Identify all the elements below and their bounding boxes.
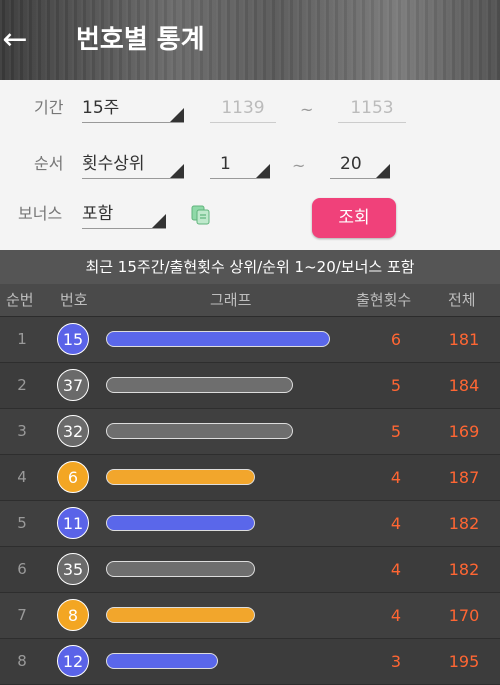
dropdown-triangle-icon: [170, 108, 184, 122]
count-bar: [106, 561, 255, 577]
lotto-ball: 35: [57, 553, 89, 585]
col-count: 출현횟수: [356, 291, 412, 309]
row-count: 5: [390, 422, 402, 441]
row-count: 4: [390, 468, 402, 487]
count-bar: [106, 377, 293, 393]
row-total: 181: [448, 330, 480, 349]
row-count: 5: [390, 376, 402, 395]
lotto-ball: 8: [57, 599, 89, 631]
period-value: 15주: [82, 98, 120, 118]
row-count: 3: [390, 652, 402, 671]
lotto-ball: 37: [57, 369, 89, 401]
page-title: 번호별 통계: [76, 25, 205, 55]
period-label: 기간: [34, 98, 64, 117]
lotto-ball: 32: [57, 415, 89, 447]
period-dropdown[interactable]: 15주: [82, 96, 184, 123]
table-row: 1 15 6 181: [0, 317, 500, 363]
row-total: 184: [448, 376, 480, 395]
lotto-ball: 15: [57, 323, 89, 355]
row-count: 4: [390, 514, 402, 533]
table-row: 4 6 4 187: [0, 455, 500, 501]
round-to-field[interactable]: 1153: [338, 96, 406, 123]
row-total: 187: [448, 468, 480, 487]
lotto-ball: 12: [57, 645, 89, 677]
rank-range-tilde: ~: [292, 156, 306, 175]
row-total: 195: [448, 652, 480, 671]
row-count: 4: [390, 606, 402, 625]
row-total: 169: [448, 422, 480, 441]
lotto-ball: 11: [57, 507, 89, 539]
dropdown-triangle-icon: [152, 214, 166, 228]
order-dropdown[interactable]: 횟수상위: [82, 152, 184, 179]
row-count: 4: [390, 560, 402, 579]
copy-icon[interactable]: [190, 204, 212, 226]
row-rank: 7: [17, 606, 27, 624]
count-bar: [106, 607, 255, 623]
table-row: 8 12 3 195: [0, 639, 500, 685]
order-value: 횟수상위: [82, 154, 145, 174]
bonus-dropdown[interactable]: 포함: [82, 202, 166, 229]
table-row: 5 11 4 182: [0, 501, 500, 547]
row-rank: 1: [17, 330, 27, 348]
row-rank: 3: [17, 422, 27, 440]
round-from-field[interactable]: 1139: [210, 96, 276, 123]
col-total: 전체: [448, 291, 476, 309]
col-graph: 그래프: [210, 291, 252, 309]
row-rank: 5: [17, 514, 27, 532]
summary-text: 최근 15주간/출현횟수 상위/순위 1~20/보너스 포함: [0, 250, 500, 284]
table-header: 순번 번호 그래프 출현횟수 전체: [0, 284, 500, 317]
order-label: 순서: [34, 154, 64, 173]
rank-from-value: 1: [220, 154, 231, 174]
row-rank: 6: [17, 560, 27, 578]
bonus-label: 보너스: [18, 204, 63, 223]
dropdown-triangle-icon: [376, 164, 390, 178]
col-number: 번호: [60, 291, 88, 309]
count-bar: [106, 653, 218, 669]
back-arrow-icon[interactable]: ←: [0, 22, 30, 58]
table-row: 2 37 5 184: [0, 363, 500, 409]
rank-from-dropdown[interactable]: 1: [210, 152, 270, 179]
search-button[interactable]: 조회: [312, 198, 396, 238]
rank-to-dropdown[interactable]: 20: [330, 152, 390, 179]
dropdown-triangle-icon: [256, 164, 270, 178]
table-row: 3 32 5 169: [0, 409, 500, 455]
dropdown-triangle-icon: [170, 164, 184, 178]
row-total: 182: [448, 514, 480, 533]
count-bar: [106, 515, 255, 531]
col-rank: 순번: [6, 291, 34, 309]
lotto-ball: 6: [57, 461, 89, 493]
row-rank: 8: [17, 652, 27, 670]
stats-table-body: 1 15 6 181 2 37 5 184 3 32 5 169 4 6 4 187 5 11 4 182 6 35 4 18…: [0, 317, 500, 685]
round-range-tilde: ~: [300, 100, 314, 119]
row-rank: 4: [17, 468, 27, 486]
row-total: 182: [448, 560, 480, 579]
count-bar: [106, 469, 255, 485]
app-header: ← 번호별 통계: [0, 0, 500, 80]
count-bar: [106, 331, 330, 347]
rank-to-value: 20: [340, 154, 362, 174]
row-count: 6: [390, 330, 402, 349]
bonus-value: 포함: [82, 204, 114, 224]
table-row: 6 35 4 182: [0, 547, 500, 593]
count-bar: [106, 423, 293, 439]
row-total: 170: [448, 606, 480, 625]
row-rank: 2: [17, 376, 27, 394]
table-row: 7 8 4 170: [0, 593, 500, 639]
